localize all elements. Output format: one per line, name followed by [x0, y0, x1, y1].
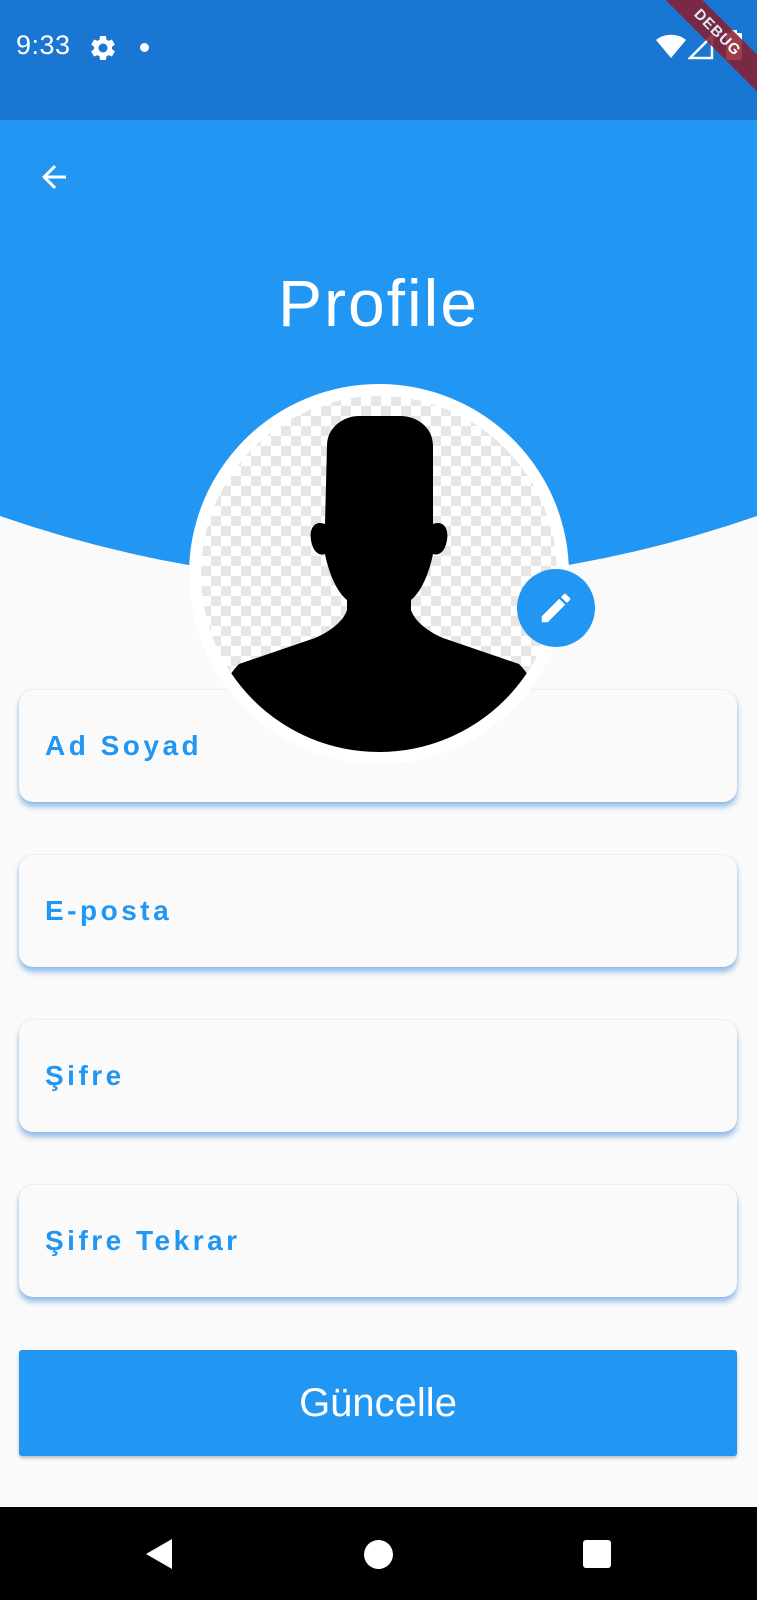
notification-dot-icon: [140, 43, 149, 52]
password-confirm-field[interactable]: Şifre Tekrar: [19, 1185, 737, 1297]
settings-icon: [91, 35, 115, 60]
name-field-label: Ad Soyad: [45, 730, 203, 761]
email-field-label: E-posta: [45, 895, 173, 926]
edit-avatar-button[interactable]: [517, 569, 595, 647]
navigation-bar: [0, 1507, 757, 1600]
arrow-back-icon: [42, 165, 66, 189]
nav-back-icon[interactable]: [142, 1537, 176, 1571]
nav-recents-icon[interactable]: [583, 1540, 611, 1568]
password-confirm-field-label: Şifre Tekrar: [45, 1225, 241, 1256]
update-button[interactable]: Güncelle: [19, 1350, 737, 1456]
pencil-icon: [541, 593, 571, 623]
page-title: Profile: [277, 266, 480, 340]
password-field-label: Şifre: [45, 1060, 125, 1091]
back-button[interactable]: [24, 147, 84, 207]
avatar-image: [201, 396, 557, 752]
nav-home-icon[interactable]: [364, 1540, 393, 1569]
person-silhouette-icon: [212, 416, 546, 752]
wifi-icon: [656, 34, 686, 58]
email-field[interactable]: E-posta: [19, 855, 737, 967]
status-time: 9:33: [16, 30, 71, 60]
avatar[interactable]: [189, 384, 569, 764]
status-bar: 9:33 DEBUG: [0, 0, 757, 120]
password-field[interactable]: Şifre: [19, 1020, 737, 1132]
